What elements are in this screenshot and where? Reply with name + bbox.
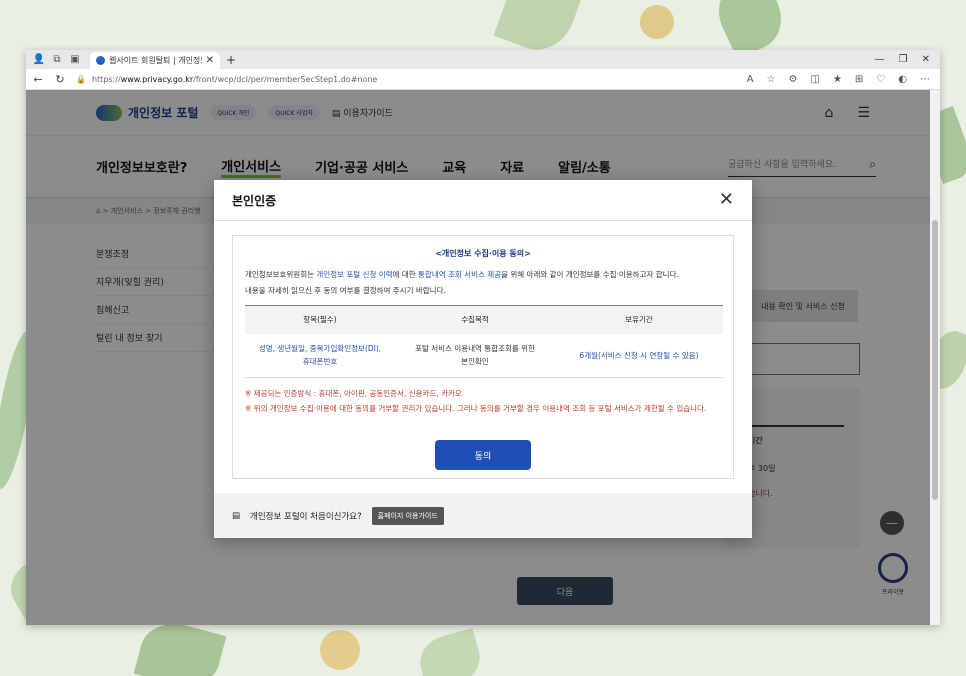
profile-icon[interactable]: 👤 [30,54,48,65]
site-favicon-icon [96,56,105,65]
table-cell-period: 6개월(서비스 신청 시 연장될 수 있음) [555,333,723,378]
minimize-icon[interactable]: — [875,54,885,65]
footer-question: 개인정보 포털이 처음이신가요? [250,511,362,522]
homepage-guide-button[interactable]: 홈페이지 이용가이드 [371,506,444,525]
guide-book-icon: ▤ [232,510,241,521]
flower-decoration [640,5,674,39]
close-window-icon[interactable]: ✕ [922,54,930,65]
lock-icon: 🔒 [76,74,86,84]
extensions-icon[interactable]: ⚙ [789,74,798,85]
consent-notes: ※ 제공되는 인증방식 : 휴대폰, 아이핀, 공동인증서, 신용카드, 카카오… [245,386,721,416]
tab-actions-icon[interactable]: ▣ [66,54,84,65]
modal-footer: ▤ 개인정보 포털이 처음이신가요? 홈페이지 이용가이드 [214,493,752,538]
browser-toolbar: A ☆ ⚙ ◫ ★ ⊞ ♡ ◐ ⋯ [747,74,940,85]
table-row: 성명, 생년월일, 중복가입확인정보(DI), 휴대폰번호 포털 서비스 이용내… [245,333,723,378]
copilot-icon[interactable]: ◐ [898,74,907,85]
more-icon[interactable]: ⋯ [920,74,930,85]
tab-title: 웹사이트 회원탈퇴 | 개인정보 포 [109,56,202,65]
note-refusal-right: ※ 위의 개인정보 수집·이용에 대한 동의를 거부할 권리가 있습니다. 그러… [245,404,707,413]
split-screen-icon[interactable]: ◫ [810,74,819,85]
refresh-icon[interactable]: ↻ [54,73,66,86]
modal-title: 본인인증 [232,193,277,208]
window-controls: — ❐ ✕ [875,54,940,65]
back-icon[interactable]: ← [32,73,44,86]
table-header: 보유기간 [555,305,723,334]
browser-tab[interactable]: 웹사이트 회원탈퇴 | 개인정보 포 ✕ [90,52,220,69]
leaf-decoration [414,628,486,676]
tab-close-icon[interactable]: ✕ [206,55,214,66]
close-icon[interactable]: ✕ [719,191,734,209]
tab-bar: 👤 ⧉ ▣ 웹사이트 회원탈퇴 | 개인정보 포 ✕ + — ❐ ✕ [26,50,940,69]
performance-icon[interactable]: ♡ [876,74,885,85]
flower-decoration [320,630,360,670]
workspaces-icon[interactable]: ⧉ [48,54,66,65]
address-bar: ← ↻ 🔒 https://www.privacy.go.kr/front/wc… [26,69,940,90]
consent-box: <개인정보 수집·이용 동의> 개인정보보호위원회는 개인정보 포털 신청 이력… [232,235,734,479]
table-cell-items: 성명, 생년월일, 중복가입확인정보(DI), 휴대폰번호 [245,333,395,378]
favorites-icon[interactable]: ★ [833,74,842,85]
restore-icon[interactable]: ❐ [899,54,908,65]
collections-icon[interactable]: ⊞ [855,74,863,85]
favorite-star-icon[interactable]: ☆ [767,74,776,85]
note-auth-methods: ※ 제공되는 인증방식 : 휴대폰, 아이핀, 공동인증서, 신용카드, 카카오 [245,389,462,398]
url-field[interactable]: 🔒 https://www.privacy.go.kr/front/wcp/dc… [76,75,656,84]
table-header: 항목(필수) [245,305,395,334]
table-header: 수집목적 [395,305,555,334]
consent-title: <개인정보 수집·이용 동의> [435,249,531,258]
page-scrollbar[interactable] [930,90,940,625]
table-cell-purpose: 포털 서비스 이용내역 통합조회를 위한 본인확인 [395,333,555,378]
consent-table: 항목(필수) 수집목적 보유기간 성명, 생년월일, 중복가입확인정보(DI),… [245,305,723,378]
new-tab-button[interactable]: + [226,53,236,67]
read-aloud-icon[interactable]: A [747,74,754,85]
identity-verification-modal: 본인인증 ✕ <개인정보 수집·이용 동의> 개인정보보호위원회는 개인정보 포… [214,180,752,538]
scroll-thumb[interactable] [932,220,938,500]
consent-description: 개인정보보호위원회는 개인정보 포털 신청 이력에 대한 통합내역 조회 서비스… [245,270,679,295]
agree-button[interactable]: 동의 [435,440,531,470]
modal-header: 본인인증 ✕ [214,180,752,221]
